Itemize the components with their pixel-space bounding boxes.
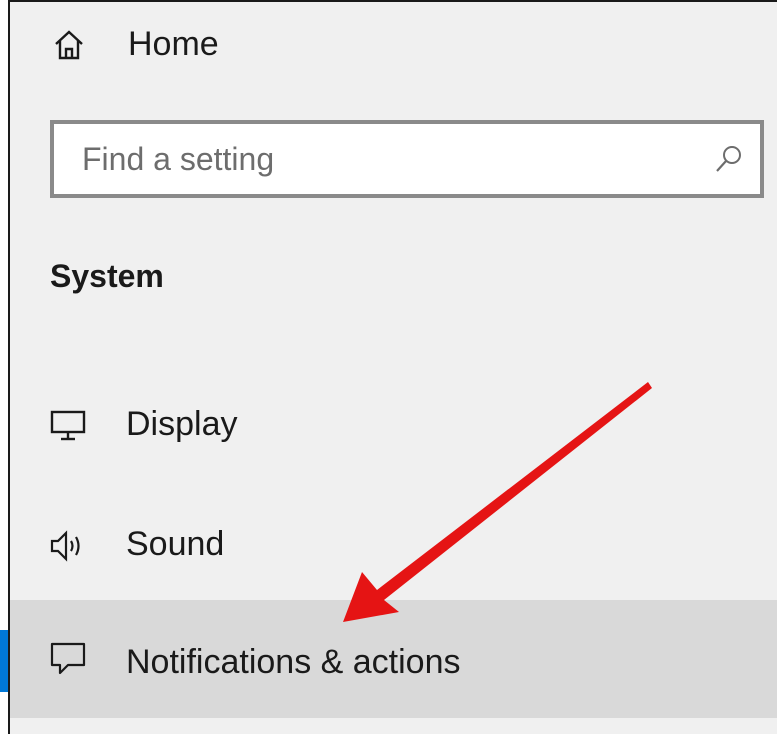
sidebar-item-sound[interactable]: Sound	[10, 484, 777, 602]
sidebar-item-label: Sound	[126, 525, 225, 563]
home-label: Home	[128, 25, 219, 63]
search-input[interactable]	[54, 124, 704, 194]
home-icon	[55, 30, 83, 60]
sidebar-item-label: Display	[126, 405, 238, 443]
settings-sidebar: Home System Display Sound Notifications …	[8, 0, 777, 734]
message-icon	[50, 642, 86, 675]
selection-indicator	[0, 630, 8, 692]
search-icon[interactable]	[714, 144, 744, 174]
search-box[interactable]	[50, 120, 764, 198]
section-title: System	[50, 258, 164, 294]
sidebar-item-notifications[interactable]: Notifications & actions	[10, 600, 777, 718]
home-nav-item[interactable]: Home	[10, 2, 777, 88]
sidebar-item-display[interactable]: Display	[10, 364, 777, 482]
sidebar-item-label: Notifications & actions	[126, 643, 461, 681]
speaker-icon	[50, 530, 80, 562]
monitor-icon	[50, 410, 86, 441]
